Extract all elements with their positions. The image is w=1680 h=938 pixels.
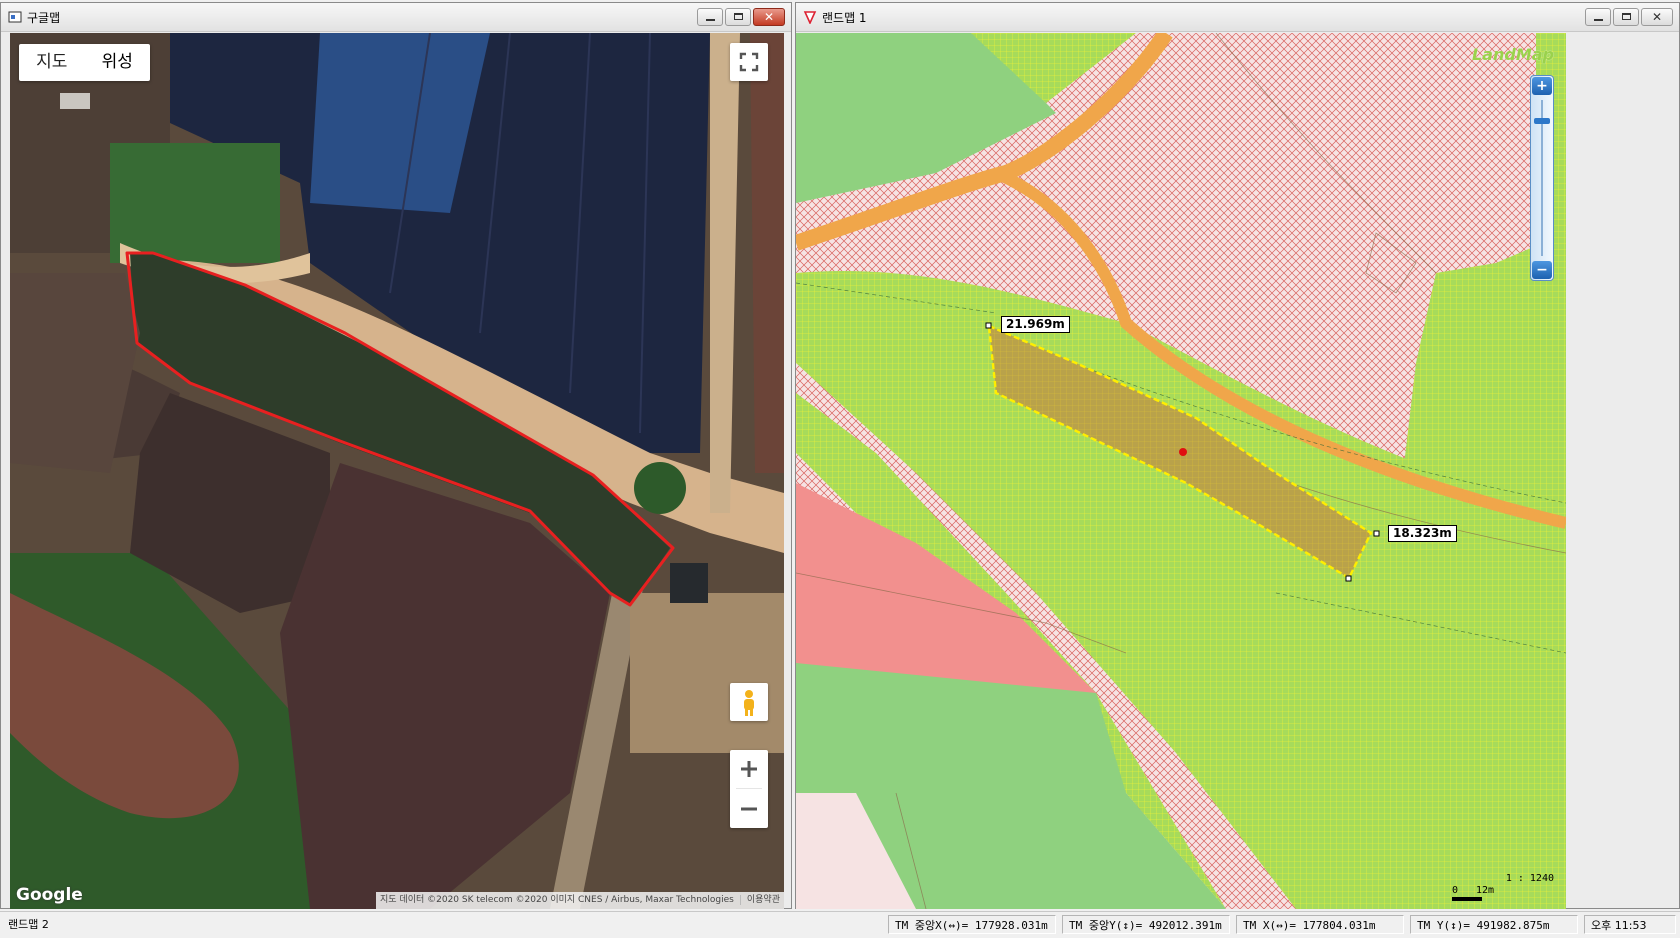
plus-icon [741, 761, 757, 777]
scale-indicator: 1 : 1240 0 12m [1444, 873, 1554, 903]
zoom-out-button[interactable] [730, 790, 768, 828]
minimize-button[interactable] [1585, 8, 1611, 26]
landmap-window: 랜드맵 1 ✕ 21.969m 18.323m LandMap + − 1: … [795, 2, 1680, 909]
map-type-control: 지도 위성 [19, 44, 150, 81]
scale-bar [1452, 897, 1482, 901]
google-map-window: 구글맵 ✕ 지도 위성 Google 지도 데이터 ©2020 SK telec… [0, 2, 792, 909]
scale-end: 12m [1476, 885, 1495, 896]
plus-icon: + [1536, 78, 1548, 94]
map-type-satellite-tab[interactable]: 위성 [85, 44, 151, 81]
dimension-label-right: 18.323m [1388, 525, 1457, 542]
zoning-layers [796, 33, 1566, 909]
minimize-icon [1594, 19, 1603, 21]
close-icon: ✕ [763, 10, 775, 24]
status-clock: 오후 11:53 [1584, 915, 1676, 934]
close-icon: ✕ [1651, 10, 1663, 24]
status-app-name: 랜드맵 2 [8, 918, 49, 931]
status-tm-y: TM Y(↕)= 491982.875m [1410, 915, 1578, 934]
satellite-map[interactable]: 지도 위성 Google 지도 데이터 ©2020 SK telecom ©20… [10, 33, 784, 909]
attribution-text: 지도 데이터 ©2020 SK telecom ©2020 이미지 CNES /… [380, 895, 734, 905]
minus-icon [741, 807, 757, 811]
pegman-icon [744, 690, 754, 716]
pegman-button[interactable] [730, 683, 768, 721]
status-bar: 랜드맵 2 TM 중앙X(↔)= 177928.031m TM 중앙Y(↕)= … [0, 911, 1680, 938]
status-tm-center-x: TM 중앙X(↔)= 177928.031m [888, 915, 1056, 934]
terms-link[interactable]: 이용약관 [739, 895, 780, 905]
fullscreen-icon [739, 52, 759, 72]
title-bar[interactable]: 랜드맵 1 ✕ [796, 3, 1679, 32]
cadastral-map[interactable]: 21.969m 18.323m LandMap + − 1 : 1240 0 1… [796, 33, 1566, 909]
zoom-thumb[interactable] [1534, 118, 1550, 124]
app-icon [8, 11, 22, 23]
landmap-logo: LandMap [1471, 45, 1554, 64]
maximize-button[interactable] [1613, 8, 1639, 26]
status-tm-center-y: TM 중앙Y(↕)= 492012.391m [1062, 915, 1230, 934]
window-title: 랜드맵 1 [822, 11, 867, 25]
minimize-button[interactable] [697, 8, 723, 26]
zoom-in-button[interactable]: + [1532, 77, 1552, 95]
maximize-icon [734, 13, 743, 20]
minus-icon: − [1536, 262, 1548, 278]
zoom-control [730, 750, 768, 828]
zoom-out-button[interactable]: − [1532, 261, 1552, 279]
zoom-slider[interactable]: + − [1530, 75, 1554, 281]
scale-start: 0 [1452, 885, 1459, 896]
title-bar[interactable]: 구글맵 ✕ [1, 3, 791, 32]
satellite-imagery [10, 33, 784, 909]
close-button[interactable]: ✕ [753, 8, 785, 26]
zoom-divider [736, 788, 762, 789]
landmap-app-icon [803, 11, 817, 24]
maximize-icon [1622, 13, 1631, 20]
maximize-button[interactable] [725, 8, 751, 26]
dimension-label-top: 21.969m [1001, 316, 1070, 333]
scale-ratio: 1 : 1240 [1505, 873, 1554, 884]
map-type-map-tab[interactable]: 지도 [19, 44, 85, 81]
google-logo: Google [16, 885, 83, 905]
close-button[interactable]: ✕ [1641, 8, 1673, 26]
map-attribution: 지도 데이터 ©2020 SK telecom ©2020 이미지 CNES /… [376, 892, 784, 909]
window-title: 구글맵 [27, 11, 61, 25]
status-tm-x: TM X(↔)= 177804.031m [1236, 915, 1404, 934]
fullscreen-button[interactable] [730, 43, 768, 81]
zoom-in-button[interactable] [730, 750, 768, 788]
minimize-icon [706, 19, 715, 21]
